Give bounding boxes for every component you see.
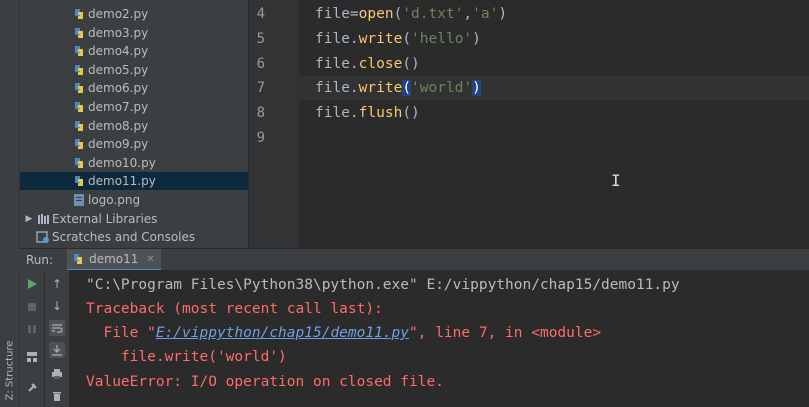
file-suffix: ", line 7, in <module> xyxy=(409,325,602,341)
tree-item-file[interactable]: demo6.py xyxy=(20,79,248,97)
tree-item-file[interactable]: demo8.py xyxy=(20,117,248,135)
tree-item-file[interactable]: logo.png xyxy=(20,191,248,209)
python-file-icon xyxy=(75,102,83,112)
structure-tool-tab[interactable]: Z: Structure xyxy=(1,340,18,400)
tree-item-label: demo7.py xyxy=(88,100,149,114)
scroll-to-end-button[interactable] xyxy=(49,342,65,358)
run-panel-header: Run: demo11 ✕ xyxy=(19,248,809,271)
python-file-icon xyxy=(74,254,83,264)
console-error-line: ValueError: I/O operation on closed file… xyxy=(86,374,444,390)
run-console-output[interactable]: "C:\Program Files\Python38\python.exe" E… xyxy=(70,270,809,407)
clear-button[interactable] xyxy=(49,388,65,404)
console-command-line: "C:\Program Files\Python38\python.exe" E… xyxy=(86,277,680,293)
pause-button[interactable] xyxy=(24,321,40,337)
pause-icon xyxy=(28,325,36,333)
python-file-icon xyxy=(75,157,83,168)
line-number: 6 xyxy=(256,55,265,72)
text-cursor-icon: I xyxy=(611,171,621,190)
tree-item-file[interactable]: demo11.py xyxy=(20,172,248,191)
tree-item-label: demo3.py xyxy=(88,25,149,40)
rerun-button[interactable] xyxy=(24,276,40,292)
tree-item-label: demo9.py xyxy=(88,137,149,152)
code-line: file.write('world') xyxy=(315,80,481,97)
tree-item-label: demo2.py xyxy=(88,7,149,21)
line-number: 8 xyxy=(256,105,265,122)
tree-item-label: demo10.py xyxy=(88,155,156,170)
file-prefix: File " xyxy=(86,325,156,341)
code-line: file.write('hello') xyxy=(315,30,481,47)
run-label: Run: xyxy=(26,253,54,267)
print-button[interactable] xyxy=(49,366,65,382)
library-icon xyxy=(38,214,49,224)
code-line: file.flush() xyxy=(315,105,420,122)
python-file-icon xyxy=(75,27,83,38)
tree-item-file[interactable]: demo10.py xyxy=(20,154,248,172)
pin-button[interactable] xyxy=(24,380,40,396)
image-file-icon xyxy=(74,194,84,206)
tree-item-scratches[interactable]: Scratches and Consoles xyxy=(20,228,248,246)
scroll-up-button[interactable]: ↑ xyxy=(49,276,65,292)
scroll-to-end-icon xyxy=(52,345,62,356)
stop-icon xyxy=(28,303,36,311)
python-file-icon xyxy=(75,46,83,57)
line-number: 7 xyxy=(256,80,265,97)
tree-item-label: demo5.py xyxy=(88,62,149,77)
tree-item-label: demo8.py xyxy=(88,118,149,133)
soft-wrap-icon xyxy=(52,324,63,333)
tree-item-label: External Libraries xyxy=(52,212,158,226)
soft-wrap-button[interactable] xyxy=(49,320,65,336)
layout-icon xyxy=(27,352,37,362)
expand-arrow-icon[interactable]: ▶ xyxy=(22,214,36,224)
tree-item-label: Scratches and Consoles xyxy=(52,230,196,244)
tree-item-file[interactable]: demo7.py xyxy=(20,98,248,116)
tree-item-file[interactable]: demo5.py xyxy=(20,61,248,79)
code-line: file.close() xyxy=(315,55,420,72)
arrow-up-icon: ↑ xyxy=(51,277,63,291)
run-toolbar-left xyxy=(20,270,44,407)
tree-item-external-libraries[interactable]: ▶ External Libraries xyxy=(20,210,248,228)
tree-item-label: demo11.py xyxy=(88,174,156,189)
python-file-icon xyxy=(75,120,83,131)
tree-item-file[interactable]: demo4.py xyxy=(20,42,248,60)
line-number-gutter: 4 5 6 7 8 9 xyxy=(249,0,299,248)
trash-icon xyxy=(53,392,61,401)
structure-tab-label: Z: Structure xyxy=(4,340,16,400)
traceback-file-link[interactable]: E:/vippython/chap15/demo11.py xyxy=(156,325,409,341)
tree-item-file[interactable]: demo2.py xyxy=(20,5,248,23)
tree-item-file[interactable]: demo3.py xyxy=(20,24,248,42)
scroll-down-button[interactable]: ↓ xyxy=(49,298,65,314)
project-tree-panel: demo2.py demo3.py demo4.py demo5.py demo6.py… xyxy=(20,0,248,248)
python-file-icon xyxy=(75,139,83,150)
layout-button[interactable] xyxy=(24,349,40,365)
run-tab-label: demo11 xyxy=(89,252,139,266)
arrow-down-icon: ↓ xyxy=(51,299,63,313)
python-file-icon xyxy=(75,64,83,75)
console-traceback-file-line: File "E:/vippython/chap15/demo11.py", li… xyxy=(86,321,601,345)
scratches-icon xyxy=(36,231,49,243)
close-icon[interactable]: ✕ xyxy=(146,254,154,265)
console-traceback-header: Traceback (most recent call last): xyxy=(86,301,383,317)
play-icon xyxy=(28,279,37,289)
print-icon xyxy=(52,369,62,379)
left-tool-strip: Z: Structure xyxy=(0,0,20,407)
tree-item-label: logo.png xyxy=(88,193,141,207)
line-number: 4 xyxy=(256,6,265,22)
python-file-icon xyxy=(75,176,83,187)
console-source-line: file.write('world') xyxy=(86,349,287,365)
python-file-icon xyxy=(75,83,83,94)
python-file-icon xyxy=(75,9,83,19)
run-tab-demo11[interactable]: demo11 ✕ xyxy=(67,249,161,271)
code-line: file=open('d.txt','a') xyxy=(315,6,508,22)
tree-item-label: demo6.py xyxy=(88,81,149,96)
pin-icon xyxy=(28,383,37,392)
line-number: 5 xyxy=(256,30,265,47)
stop-button[interactable] xyxy=(24,299,40,315)
code-editor[interactable]: 4 5 6 7 8 9 file=open('d.txt','a') file.write(… xyxy=(249,0,809,248)
line-number: 9 xyxy=(256,130,265,146)
tree-item-label: demo4.py xyxy=(88,44,149,59)
run-toolbar-right: ↑ ↓ xyxy=(45,270,70,407)
tree-item-file[interactable]: demo9.py xyxy=(20,135,248,153)
